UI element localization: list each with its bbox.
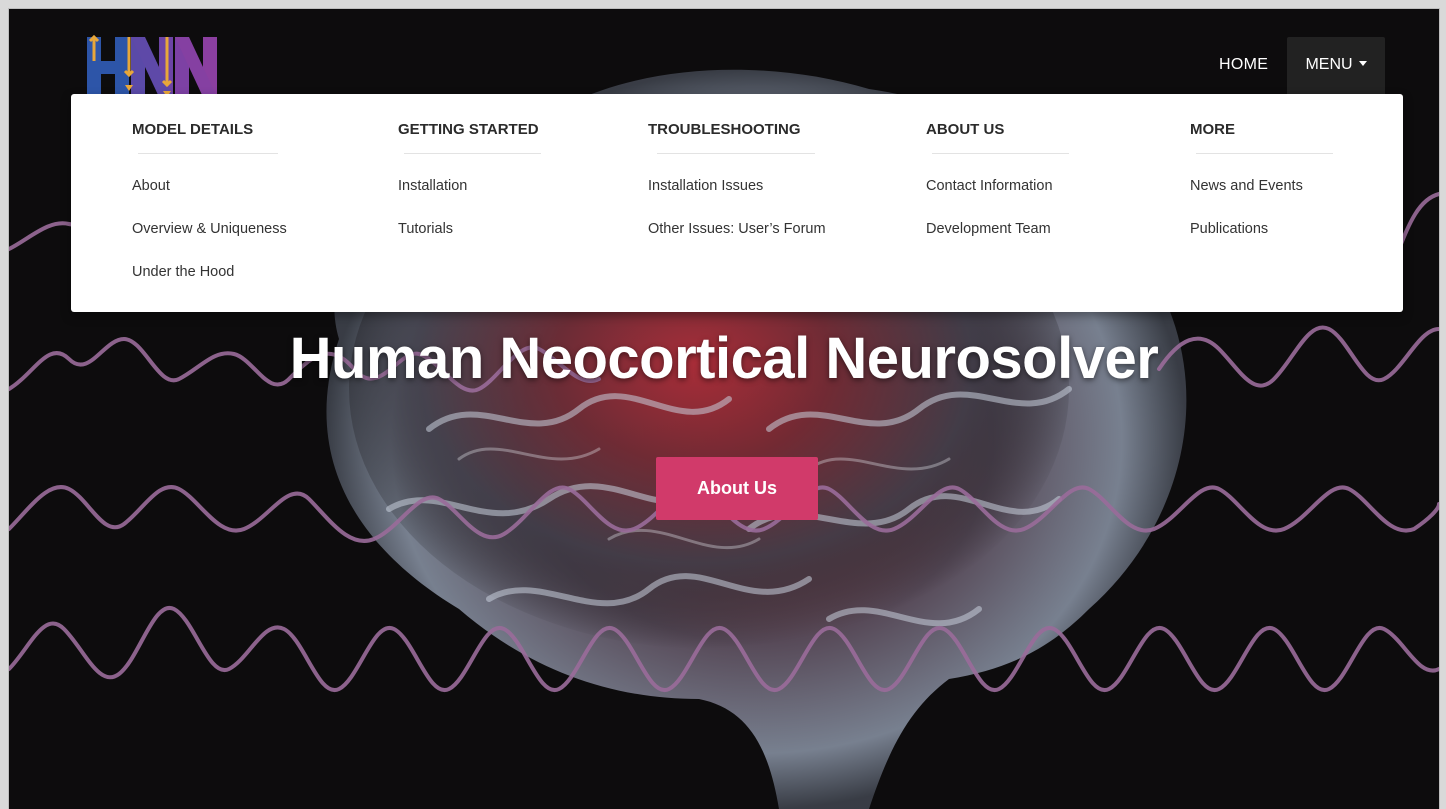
menu-link-news-and-events[interactable]: News and Events [1190, 178, 1303, 194]
menu-divider [1196, 153, 1333, 154]
menu-heading: TROUBLESHOOTING [648, 121, 801, 138]
menu-divider [404, 153, 541, 154]
mega-menu-dropdown: MODEL DETAILS About Overview & Uniquenes… [71, 94, 1403, 312]
menu-heading: GETTING STARTED [398, 121, 539, 138]
menu-link-tutorials[interactable]: Tutorials [398, 221, 453, 237]
menu-heading: ABOUT US [926, 121, 1005, 138]
menu-link-contact-information[interactable]: Contact Information [926, 178, 1053, 194]
menu-link-users-forum[interactable]: Other Issues: User’s Forum [648, 221, 826, 237]
menu-heading: MORE [1190, 121, 1235, 138]
hnn-logo[interactable] [87, 35, 217, 97]
caret-down-icon [1358, 61, 1367, 67]
menu-link-publications[interactable]: Publications [1190, 221, 1268, 237]
menu-divider [138, 153, 278, 154]
menu-link-about[interactable]: About [132, 178, 170, 194]
menu-link-development-team[interactable]: Development Team [926, 221, 1051, 237]
menu-link-installation[interactable]: Installation [398, 178, 467, 194]
menu-divider [657, 153, 815, 154]
nav-menu-label: MENU [1305, 56, 1353, 73]
page-frame: HOME MENU MODEL DETAILS About Overview &… [8, 8, 1440, 809]
hero-title: Human Neocortical Neurosolver [289, 326, 1159, 391]
menu-divider [932, 153, 1069, 154]
menu-link-under-the-hood[interactable]: Under the Hood [132, 264, 234, 280]
nav-menu-toggle[interactable]: MENU [1287, 37, 1385, 94]
menu-heading: MODEL DETAILS [132, 121, 254, 138]
menu-link-overview-uniqueness[interactable]: Overview & Uniqueness [132, 221, 287, 237]
about-us-button[interactable]: About Us [656, 457, 818, 520]
nav-home-link[interactable]: HOME [1201, 37, 1286, 93]
menu-link-installation-issues[interactable]: Installation Issues [648, 178, 763, 194]
